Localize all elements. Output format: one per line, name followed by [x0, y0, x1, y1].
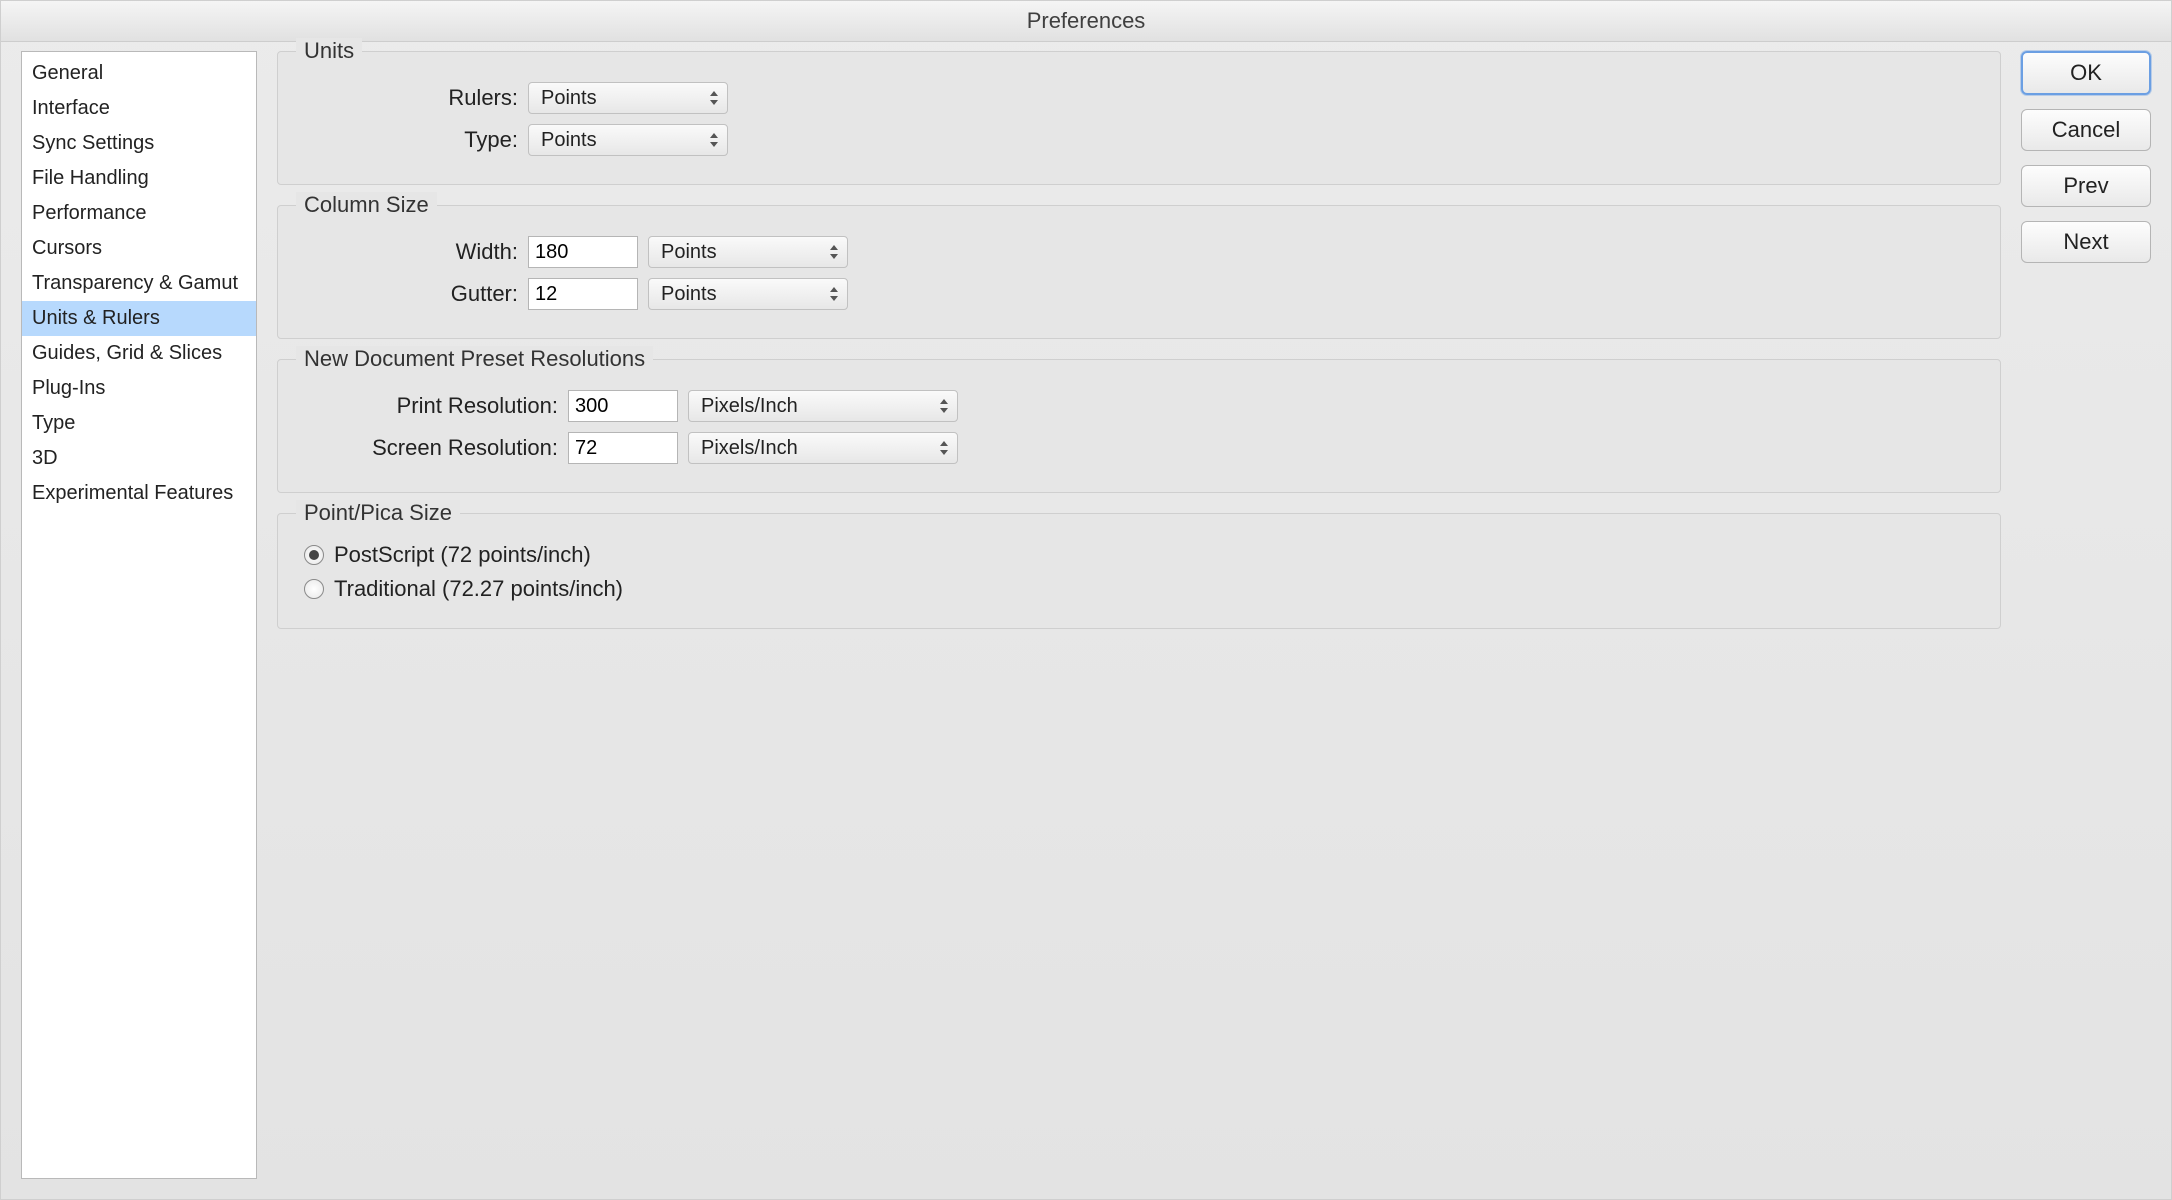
screen-resolution-input[interactable] [568, 432, 678, 464]
sidebar-item-guides-grid-slices[interactable]: Guides, Grid & Slices [22, 336, 256, 371]
type-label: Type: [298, 127, 518, 153]
point-pica-group: Point/Pica Size PostScript (72 points/in… [277, 513, 2001, 629]
radio-icon [304, 579, 324, 599]
ok-button[interactable]: OK [2021, 51, 2151, 95]
rulers-select[interactable]: Points [528, 82, 728, 114]
sidebar-item-transparency-gamut[interactable]: Transparency & Gamut [22, 266, 256, 301]
window-title: Preferences [1, 1, 2171, 42]
print-resolution-unit-value: Pixels/Inch [701, 395, 798, 418]
column-size-group: Column Size Width: Points Gutter: [277, 205, 2001, 339]
sidebar-item-type[interactable]: Type [22, 406, 256, 441]
sidebar-item-performance[interactable]: Performance [22, 196, 256, 231]
rulers-label: Rulers: [298, 85, 518, 111]
width-unit-select[interactable]: Points [648, 236, 848, 268]
cancel-button[interactable]: Cancel [2021, 109, 2151, 151]
gutter-input[interactable] [528, 278, 638, 310]
updown-icon [827, 242, 841, 262]
screen-resolution-label: Screen Resolution: [298, 435, 558, 461]
prev-button[interactable]: Prev [2021, 165, 2151, 207]
settings-panel: Units Rulers: Points Type: [277, 51, 2001, 1179]
rulers-select-value: Points [541, 87, 597, 110]
updown-icon [937, 396, 951, 416]
updown-icon [707, 130, 721, 150]
sidebar-item-plug-ins[interactable]: Plug-Ins [22, 371, 256, 406]
postscript-radio-row[interactable]: PostScript (72 points/inch) [304, 542, 1980, 568]
sidebar-item-units-rulers[interactable]: Units & Rulers [22, 301, 256, 336]
sidebar-item-interface[interactable]: Interface [22, 91, 256, 126]
traditional-radio-row[interactable]: Traditional (72.27 points/inch) [304, 576, 1980, 602]
updown-icon [707, 88, 721, 108]
sidebar-item-cursors[interactable]: Cursors [22, 231, 256, 266]
updown-icon [937, 438, 951, 458]
units-group-title: Units [296, 38, 362, 64]
resolutions-group: New Document Preset Resolutions Print Re… [277, 359, 2001, 493]
dialog-buttons: OK Cancel Prev Next [2021, 51, 2151, 1179]
column-size-group-title: Column Size [296, 192, 437, 218]
print-resolution-input[interactable] [568, 390, 678, 422]
resolutions-group-title: New Document Preset Resolutions [296, 346, 653, 372]
updown-icon [827, 284, 841, 304]
sidebar-item-3d[interactable]: 3D [22, 441, 256, 476]
units-group: Units Rulers: Points Type: [277, 51, 2001, 185]
screen-resolution-unit-select[interactable]: Pixels/Inch [688, 432, 958, 464]
print-resolution-unit-select[interactable]: Pixels/Inch [688, 390, 958, 422]
sidebar-item-file-handling[interactable]: File Handling [22, 161, 256, 196]
width-unit-value: Points [661, 241, 717, 264]
gutter-label: Gutter: [298, 281, 518, 307]
sidebar-item-general[interactable]: General [22, 56, 256, 91]
category-sidebar: General Interface Sync Settings File Han… [21, 51, 257, 1179]
type-select[interactable]: Points [528, 124, 728, 156]
sidebar-item-experimental-features[interactable]: Experimental Features [22, 476, 256, 511]
next-button[interactable]: Next [2021, 221, 2151, 263]
radio-icon [304, 545, 324, 565]
traditional-radio-label: Traditional (72.27 points/inch) [334, 576, 623, 602]
print-resolution-label: Print Resolution: [298, 393, 558, 419]
width-input[interactable] [528, 236, 638, 268]
gutter-unit-select[interactable]: Points [648, 278, 848, 310]
width-label: Width: [298, 239, 518, 265]
type-select-value: Points [541, 129, 597, 152]
preferences-window: Preferences General Interface Sync Setti… [0, 0, 2172, 1200]
screen-resolution-unit-value: Pixels/Inch [701, 437, 798, 460]
point-pica-group-title: Point/Pica Size [296, 500, 460, 526]
gutter-unit-value: Points [661, 283, 717, 306]
sidebar-item-sync-settings[interactable]: Sync Settings [22, 126, 256, 161]
postscript-radio-label: PostScript (72 points/inch) [334, 542, 591, 568]
